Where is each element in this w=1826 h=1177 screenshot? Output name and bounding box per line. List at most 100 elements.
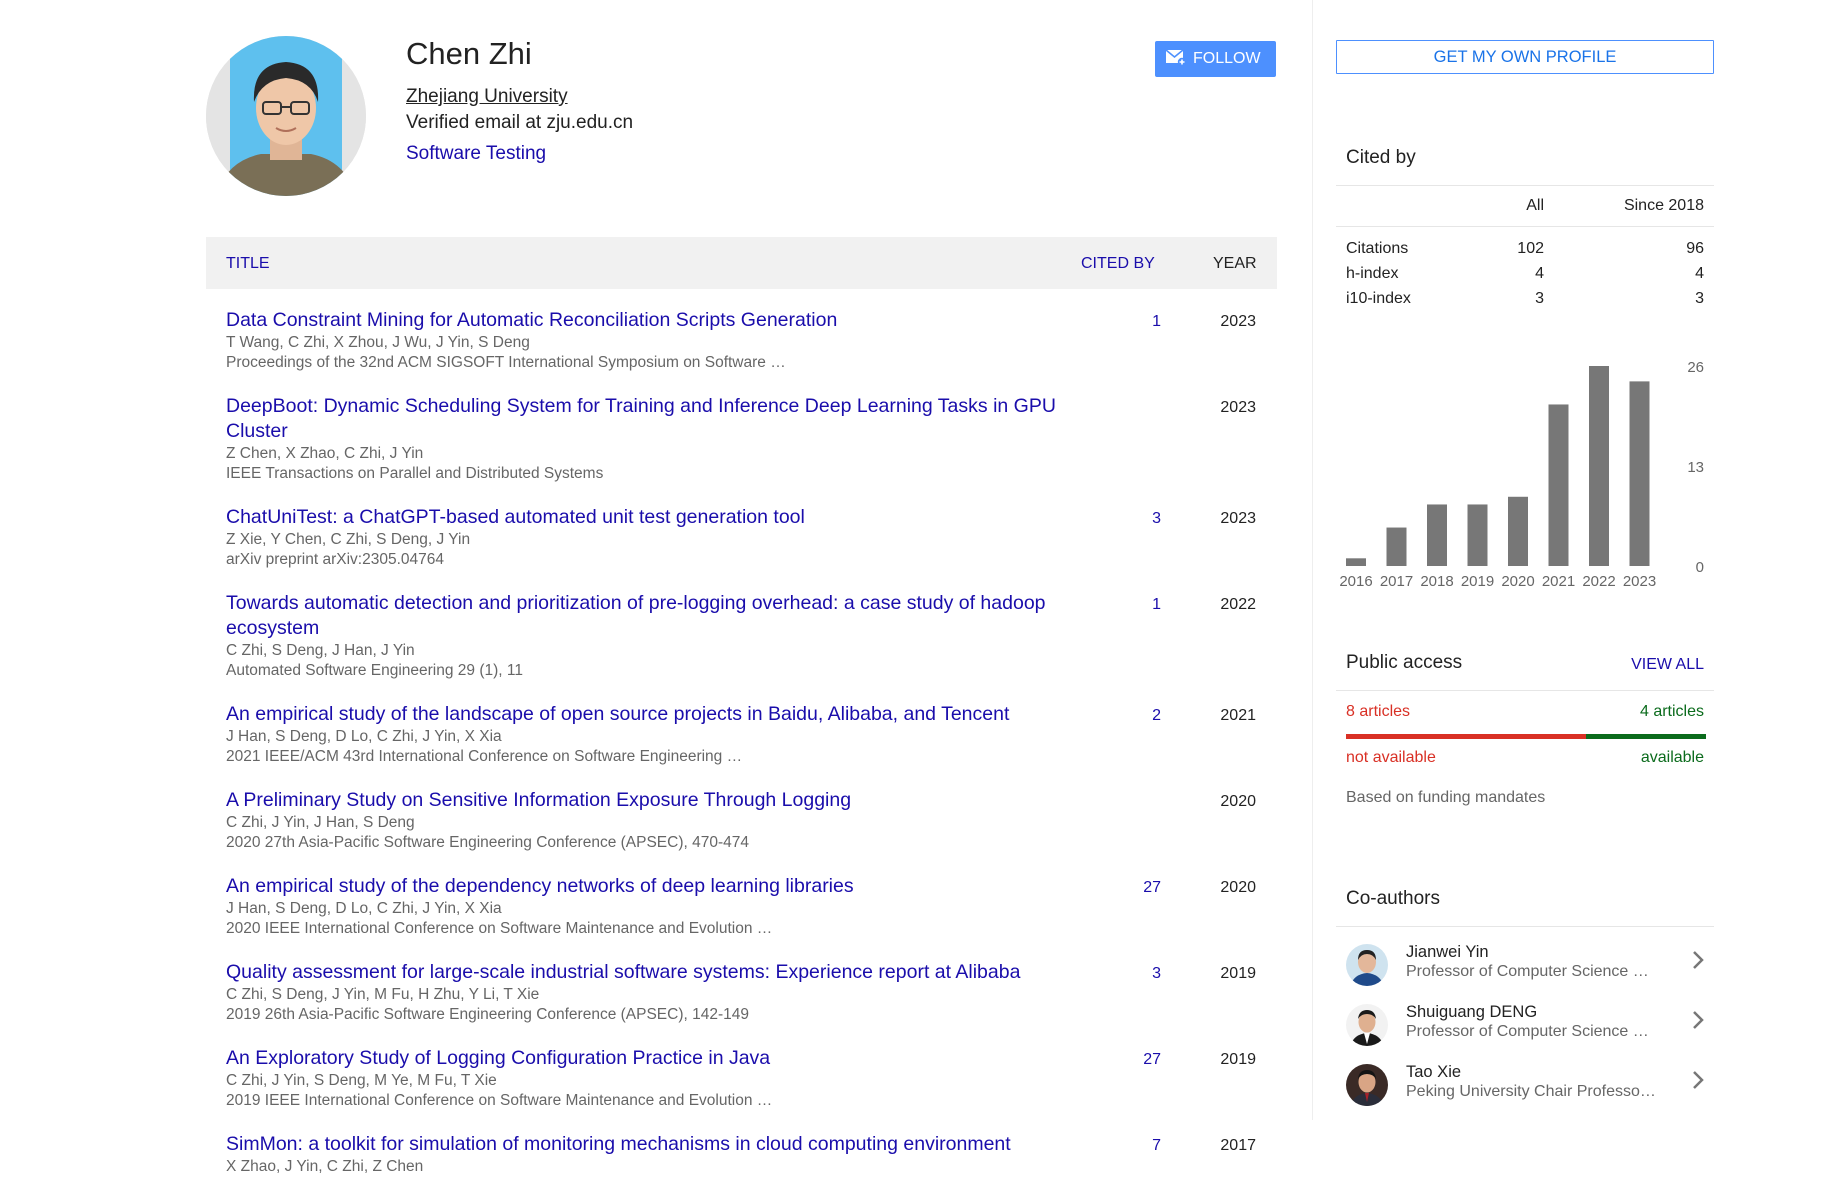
article-cited-count[interactable]: 3 [1152, 510, 1161, 528]
metric-label-i10-index[interactable]: i10-index [1346, 290, 1411, 308]
article-venue: 2019 26th Asia-Pacific Software Engineer… [226, 1006, 749, 1023]
article-venue: IEEE Transactions on Parallel and Distri… [226, 465, 604, 482]
chart-bar-2016[interactable] [1346, 558, 1366, 566]
chart-bar-2018[interactable] [1427, 504, 1447, 566]
article-year: 2020 [1220, 793, 1256, 810]
chart-bar-2020[interactable] [1508, 496, 1528, 566]
article-year: 2023 [1220, 399, 1256, 416]
article-title-link[interactable]: SimMon: a toolkit for simulation of moni… [226, 1132, 1056, 1157]
col-header-all: All [1526, 197, 1544, 214]
chart-x-label: 2016 [1339, 573, 1372, 590]
chart-bar-2023[interactable] [1629, 381, 1650, 566]
article-cited-count[interactable]: 7 [1152, 1137, 1161, 1155]
article-authors: J Han, S Deng, D Lo, C Zhi, J Yin, X Xia [226, 900, 502, 917]
article-authors: X Zhao, J Yin, C Zhi, Z Chen [226, 1158, 424, 1175]
metric-all-i10-index: 3 [1535, 290, 1544, 307]
coauthor-name[interactable]: Jianwei Yin [1406, 943, 1489, 962]
sort-by-title[interactable]: TITLE [226, 255, 270, 273]
article-title-link[interactable]: DeepBoot: Dynamic Scheduling System for … [226, 394, 1056, 444]
article-row: Data Constraint Mining for Automatic Rec… [226, 308, 1276, 373]
article-title-link[interactable]: A Preliminary Study on Sensitive Informa… [226, 788, 1056, 813]
article-title-link[interactable]: Data Constraint Mining for Automatic Rec… [226, 308, 1056, 333]
article-title-link[interactable]: Quality assessment for large-scale indus… [226, 960, 1056, 985]
article-title-link[interactable]: Towards automatic detection and prioriti… [226, 591, 1056, 641]
follow-label: FOLLOW [1193, 50, 1261, 67]
article-title-link[interactable]: An empirical study of the landscape of o… [226, 702, 1056, 727]
article-row: Towards automatic detection and prioriti… [226, 591, 1276, 681]
available-label: available [1640, 749, 1704, 766]
chart-x-label: 2017 [1380, 573, 1413, 590]
chart-bar-2021[interactable] [1548, 404, 1569, 566]
view-all-link[interactable]: VIEW ALL [1604, 656, 1704, 674]
article-row: Quality assessment for large-scale indus… [226, 960, 1276, 1025]
coauthor-affiliation: Peking University Chair Professo… [1406, 1083, 1656, 1100]
article-year: 2019 [1220, 965, 1256, 982]
divider [1336, 226, 1714, 227]
chart-x-label: 2019 [1461, 573, 1494, 590]
article-cited-count[interactable]: 1 [1152, 313, 1161, 331]
public-access-heading: Public access [1346, 652, 1463, 673]
article-venue: arXiv preprint arXiv:2305.04764 [226, 551, 444, 568]
chevron-right-icon[interactable] [1688, 948, 1708, 972]
chart-y-tick-label: 13 [1687, 459, 1704, 476]
profile-affiliation-link[interactable]: Zhejiang University [406, 86, 568, 108]
article-year: 2023 [1220, 510, 1256, 527]
not-available-bar [1346, 734, 1586, 739]
article-cited-count[interactable]: 27 [1143, 879, 1161, 897]
coauthor-avatar [1346, 1064, 1388, 1106]
article-year: 2020 [1220, 879, 1256, 896]
follow-envelope-icon [1165, 48, 1187, 71]
article-row: ChatUniTest: a ChatGPT-based automated u… [226, 505, 1276, 570]
get-my-own-profile-button[interactable]: GET MY OWN PROFILE [1336, 40, 1714, 74]
cited-by-heading: Cited by [1346, 147, 1416, 168]
follow-button[interactable]: FOLLOW [1155, 41, 1276, 77]
coauthor-name[interactable]: Shuiguang DENG [1406, 1003, 1537, 1022]
article-row: DeepBoot: Dynamic Scheduling System for … [226, 394, 1276, 484]
article-authors: C Zhi, J Yin, S Deng, M Ye, M Fu, T Xie [226, 1072, 497, 1089]
profile-avatar[interactable] [206, 36, 366, 196]
article-title-link[interactable]: An Exploratory Study of Logging Configur… [226, 1046, 1056, 1071]
research-interest-link[interactable]: Software Testing [406, 143, 546, 165]
article-cited-count[interactable]: 1 [1152, 596, 1161, 614]
article-row: SimMon: a toolkit for simulation of moni… [226, 1132, 1276, 1177]
coauthor-item[interactable]: Tao Xie Peking University Chair Professo… [1346, 1060, 1716, 1110]
article-authors: C Zhi, J Yin, J Han, S Deng [226, 814, 415, 831]
chevron-right-icon[interactable] [1688, 1008, 1708, 1032]
article-year: 2017 [1220, 1137, 1256, 1154]
article-cited-count[interactable]: 3 [1152, 965, 1161, 983]
not-available-label: not available [1346, 749, 1436, 766]
chart-x-label: 2022 [1582, 573, 1615, 590]
scholar-profile-page: Chen Zhi Zhejiang University Verified em… [0, 0, 1826, 1175]
article-venue: 2019 IEEE International Conference on So… [226, 1092, 773, 1109]
metric-since-h-index: 4 [1695, 265, 1704, 282]
metric-label-h-index[interactable]: h-index [1346, 265, 1398, 283]
chart-bar-2019[interactable] [1467, 504, 1488, 566]
article-title-link[interactable]: ChatUniTest: a ChatGPT-based automated u… [226, 505, 1056, 530]
funding-mandates-note: Based on funding mandates [1346, 789, 1546, 806]
articles-table-header: TITLE CITED BY YEAR [206, 237, 1277, 289]
article-year: 2022 [1220, 596, 1256, 613]
coauthors-heading: Co-authors [1346, 888, 1440, 909]
coauthor-avatar [1346, 944, 1388, 986]
article-cited-count[interactable]: 27 [1143, 1051, 1161, 1069]
chart-bar-2022[interactable] [1589, 366, 1609, 566]
available-count[interactable]: 4 articles [1594, 703, 1704, 721]
chevron-right-icon[interactable] [1688, 1068, 1708, 1092]
coauthor-avatar [1346, 1004, 1388, 1046]
sort-by-year[interactable]: YEAR [1213, 255, 1257, 273]
sort-by-cited[interactable]: CITED BY [1081, 255, 1155, 273]
coauthor-affiliation: Professor of Computer Science … [1406, 963, 1649, 980]
coauthor-item[interactable]: Shuiguang DENG Professor of Computer Sci… [1346, 1000, 1716, 1050]
coauthor-name[interactable]: Tao Xie [1406, 1063, 1461, 1082]
metric-since-citations: 96 [1686, 240, 1704, 257]
chart-bar-2017[interactable] [1386, 527, 1407, 566]
article-title-link[interactable]: An empirical study of the dependency net… [226, 874, 1056, 899]
metric-label-citations[interactable]: Citations [1346, 240, 1408, 258]
not-available-count[interactable]: 8 articles [1346, 703, 1410, 721]
article-authors: C Zhi, S Deng, J Han, J Yin [226, 642, 415, 659]
coauthor-item[interactable]: Jianwei Yin Professor of Computer Scienc… [1346, 940, 1716, 990]
article-authors: T Wang, C Zhi, X Zhou, J Wu, J Yin, S De… [226, 334, 530, 351]
citations-per-year-chart: 2016 2017 2018 2019 2020 2021 2022 2023 26 13 0 [1339, 359, 1704, 590]
article-venue: 2020 IEEE International Conference on So… [226, 920, 773, 937]
article-cited-count[interactable]: 2 [1152, 707, 1161, 725]
